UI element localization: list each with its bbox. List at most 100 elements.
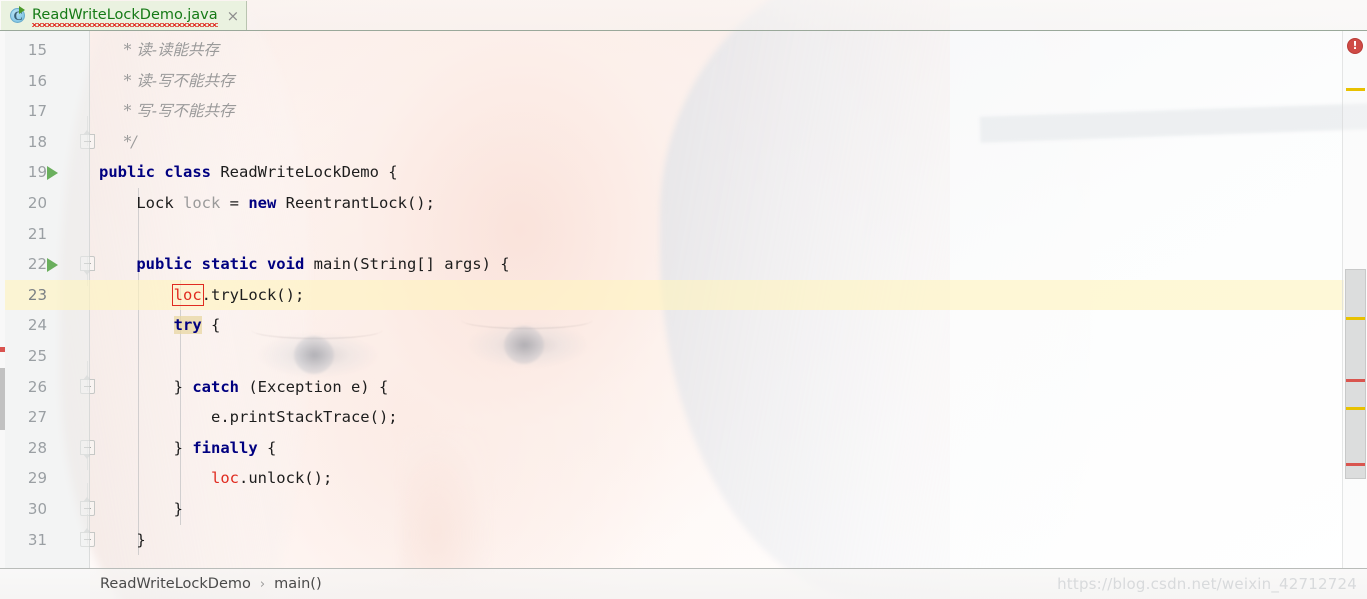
line-number[interactable]: 31 xyxy=(5,525,47,556)
close-icon[interactable]: × xyxy=(227,8,240,23)
code-line[interactable]: 21 xyxy=(0,219,1367,250)
warning-marker[interactable] xyxy=(1346,88,1365,91)
code-token: } xyxy=(99,530,146,549)
code-text[interactable]: } finally { xyxy=(99,433,277,464)
code-text[interactable]: e.printStackTrace(); xyxy=(99,402,398,433)
line-number[interactable]: 22 xyxy=(5,249,47,280)
breadcrumb-item-class[interactable]: ReadWriteLockDemo xyxy=(100,576,251,592)
error-squiggle xyxy=(32,23,218,27)
code-text[interactable]: try { xyxy=(99,310,220,341)
code-token: loc xyxy=(171,283,204,306)
code-text[interactable]: * 读-读能共存 xyxy=(99,35,219,66)
code-token: { xyxy=(266,438,277,457)
code-text[interactable]: loc.unlock(); xyxy=(99,463,332,494)
code-token: { xyxy=(201,316,221,335)
code-line[interactable]: 20 Lock lock = new ReentrantLock(); xyxy=(0,188,1367,219)
line-number[interactable]: 30 xyxy=(5,494,47,525)
code-token: * 读-读能共存 xyxy=(99,41,220,59)
code-token: } xyxy=(99,500,183,518)
error-marker[interactable] xyxy=(1346,379,1365,382)
line-number[interactable]: 29 xyxy=(5,463,47,494)
code-token: main(String[] args) { xyxy=(313,255,510,274)
line-number[interactable]: 26 xyxy=(5,372,47,403)
code-line[interactable]: 17 * 写-写不能共存 xyxy=(0,96,1367,127)
code-text[interactable]: public class ReadWriteLockDemo { xyxy=(99,157,398,188)
line-number[interactable]: 18 xyxy=(5,127,47,158)
code-line[interactable]: 16 * 读-写不能共存 xyxy=(0,66,1367,97)
code-token: catch xyxy=(192,377,249,396)
code-text[interactable]: */ xyxy=(99,127,137,158)
code-token: ReadWriteLockDemo { xyxy=(220,163,398,182)
code-token: Lock xyxy=(99,194,183,212)
java-class-run-icon: C xyxy=(10,6,27,24)
code-token: lock xyxy=(183,194,221,212)
error-marker[interactable] xyxy=(1346,463,1365,466)
idea-editor-window: C ReadWriteLockDemo.java × 15 * 读-读能共存 16… xyxy=(0,0,1367,599)
code-token: finally xyxy=(192,438,267,457)
right-marker-scrollbar[interactable] xyxy=(1342,31,1367,568)
editor-tab-readwritelockdemo[interactable]: C ReadWriteLockDemo.java × xyxy=(1,1,248,30)
line-number[interactable]: 17 xyxy=(5,96,47,127)
line-number[interactable]: 23 xyxy=(5,280,47,311)
code-text[interactable]: * 写-写不能共存 xyxy=(99,96,235,127)
line-number[interactable]: 15 xyxy=(5,35,47,66)
code-line[interactable]: 31 } xyxy=(0,525,1367,556)
breadcrumb-bar: ReadWriteLockDemo › main() https://blog.… xyxy=(0,568,1367,599)
code-line[interactable]: 18 */ xyxy=(0,127,1367,158)
code-token: * 写-写不能共存 xyxy=(99,102,235,121)
line-number[interactable]: 20 xyxy=(5,188,47,219)
code-token: loc xyxy=(210,469,239,488)
code-editor-area[interactable]: 15 * 读-读能共存 16 * 读-写不能共存 17 * 写-写不能共存 18 */… xyxy=(0,31,1367,568)
code-line[interactable]: 22 public static void main(String[] args… xyxy=(0,249,1367,280)
code-token: } xyxy=(99,438,193,457)
code-line[interactable]: 30 } xyxy=(0,494,1367,525)
code-line[interactable]: 25 xyxy=(0,341,1367,372)
code-line[interactable]: 28 } finally { xyxy=(0,433,1367,464)
code-token: e.printStackTrace(); xyxy=(99,408,398,427)
code-text[interactable]: } catch (Exception e) { xyxy=(99,372,389,403)
code-line[interactable]: 27 e.printStackTrace(); xyxy=(0,402,1367,433)
code-token: ReentrantLock(); xyxy=(285,194,435,212)
code-token: .unlock(); xyxy=(238,469,333,488)
code-text[interactable]: } xyxy=(99,525,146,556)
vertical-scrollbar-thumb[interactable] xyxy=(1345,269,1366,479)
line-number[interactable]: 28 xyxy=(5,433,47,464)
code-line[interactable]: 24 try { xyxy=(0,310,1367,341)
error-status-icon[interactable] xyxy=(1347,38,1363,54)
code-token: (Exception e) { xyxy=(248,377,389,396)
code-token: public static void xyxy=(136,255,314,274)
warning-marker[interactable] xyxy=(1346,407,1365,410)
run-play-icon[interactable] xyxy=(47,166,58,181)
run-play-icon[interactable] xyxy=(47,258,58,273)
line-number[interactable]: 21 xyxy=(5,219,47,250)
breadcrumb-item-method[interactable]: main() xyxy=(274,576,322,592)
line-number[interactable]: 16 xyxy=(5,66,47,97)
code-text[interactable]: Lock lock = new ReentrantLock(); xyxy=(99,188,435,219)
code-text[interactable]: loc.tryLock(); xyxy=(99,280,304,311)
code-token: = xyxy=(220,194,249,212)
code-line[interactable]: 26 } catch (Exception e) { xyxy=(0,372,1367,403)
code-token: .tryLock(); xyxy=(201,285,305,304)
code-text[interactable]: * 读-写不能共存 xyxy=(99,66,235,97)
line-number[interactable]: 27 xyxy=(5,402,47,433)
code-text[interactable]: } xyxy=(99,494,183,525)
site-watermark: https://blog.csdn.net/weixin_42712724 xyxy=(1057,575,1357,593)
line-number[interactable]: 25 xyxy=(5,341,47,372)
code-text[interactable]: public static void main(String[] args) { xyxy=(99,249,510,280)
code-token: */ xyxy=(99,132,137,151)
code-token: public class xyxy=(99,163,221,182)
code-token: } xyxy=(99,377,193,396)
code-line[interactable]: 23 loc.tryLock(); xyxy=(0,279,1367,311)
warning-marker[interactable] xyxy=(1346,317,1365,320)
code-token: try xyxy=(173,316,202,335)
code-line[interactable]: 29 loc.unlock(); xyxy=(0,463,1367,494)
code-line[interactable]: 15 * 读-读能共存 xyxy=(0,35,1367,66)
code-line[interactable]: 19 public class ReadWriteLockDemo { xyxy=(0,157,1367,188)
line-number[interactable]: 19 xyxy=(5,157,47,188)
code-token: new xyxy=(248,194,286,212)
line-number[interactable]: 24 xyxy=(5,310,47,341)
